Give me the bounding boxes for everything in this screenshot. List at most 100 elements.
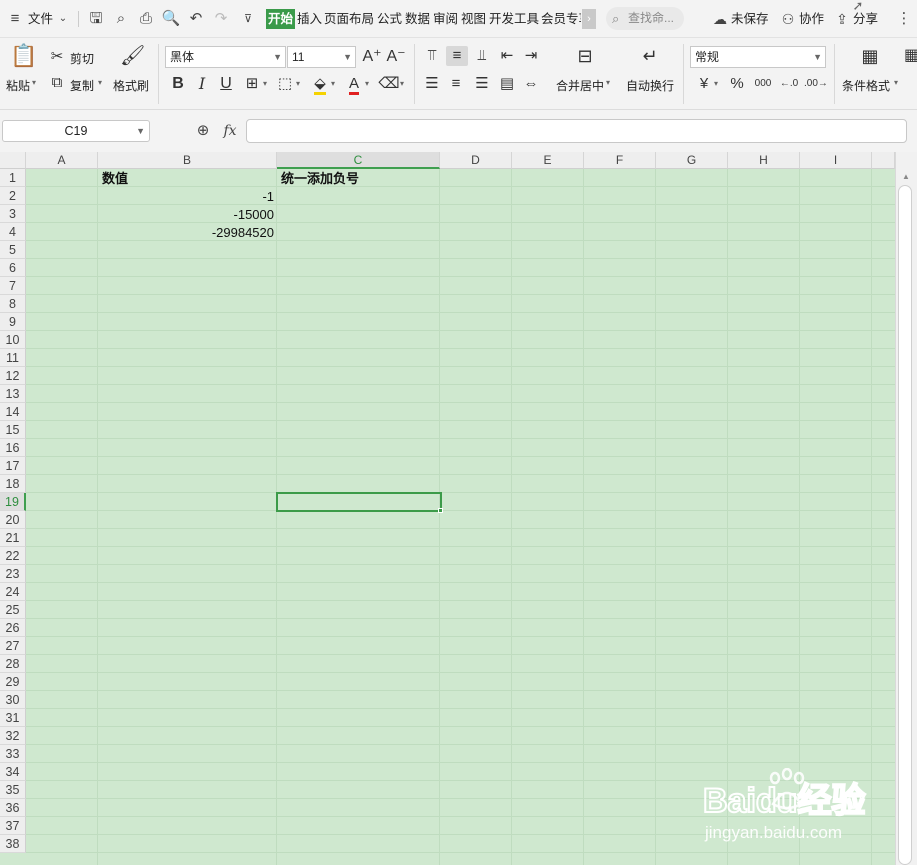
borders-icon[interactable]: ⊞ <box>242 74 262 94</box>
row-header-32[interactable]: 32 <box>0 727 26 745</box>
row-header-28[interactable]: 28 <box>0 655 26 673</box>
cell-C1[interactable]: 统一添加负号 <box>277 170 441 188</box>
formula-input[interactable] <box>246 119 907 143</box>
font-color-dropdown-icon[interactable]: ▾ <box>365 79 369 88</box>
percent-button[interactable]: % <box>728 74 746 94</box>
row-header-18[interactable]: 18 <box>0 475 26 493</box>
format-painter-quick-icon[interactable]: ⌕ <box>111 9 131 29</box>
copy-button[interactable]: 复制 <box>70 77 94 94</box>
row-header-26[interactable]: 26 <box>0 619 26 637</box>
column-header-g[interactable]: G <box>656 152 728 169</box>
distribute-icon[interactable]: ⇔ <box>521 74 541 94</box>
row-header-13[interactable]: 13 <box>0 385 26 403</box>
row-header-20[interactable]: 20 <box>0 511 26 529</box>
row-header-4[interactable]: 4 <box>0 223 26 241</box>
hamburger-icon[interactable]: ≡ <box>6 9 24 29</box>
tab-insert[interactable]: 插入 <box>297 9 322 29</box>
align-top-icon[interactable]: ⫪ <box>422 46 442 66</box>
cell-B3[interactable]: -15000 <box>98 206 278 224</box>
cell-style-dropdown-icon[interactable]: ▾ <box>296 79 300 88</box>
wrap-text-icon[interactable]: ↵ <box>638 46 662 70</box>
fill-color-icon[interactable]: ⬙ <box>309 74 331 95</box>
row-header-27[interactable]: 27 <box>0 637 26 655</box>
align-right-icon[interactable]: ☰ <box>472 74 492 94</box>
paste-icon[interactable]: 📋 <box>10 45 37 72</box>
tab-review[interactable]: 审阅 <box>433 9 458 29</box>
column-header-c[interactable]: C <box>277 152 440 169</box>
row-header-36[interactable]: 36 <box>0 799 26 817</box>
row-header-3[interactable]: 3 <box>0 205 26 223</box>
row-header-17[interactable]: 17 <box>0 457 26 475</box>
fill-color-dropdown-icon[interactable]: ▾ <box>331 79 335 88</box>
print-preview-icon[interactable]: 🔍 <box>161 9 181 29</box>
cut-button[interactable]: 剪切 <box>70 50 94 67</box>
row-header-31[interactable]: 31 <box>0 709 26 727</box>
active-cell-selection[interactable] <box>276 492 442 512</box>
collaborate-button[interactable]: 协作 <box>799 9 824 29</box>
cell-style-icon[interactable]: ⬚ <box>275 74 295 94</box>
borders-dropdown-icon[interactable]: ▾ <box>263 79 267 88</box>
format-painter-icon[interactable]: 🖌 <box>120 46 145 72</box>
paste-dropdown-icon[interactable]: ▾ <box>32 78 36 87</box>
bold-button[interactable]: B <box>168 74 188 94</box>
font-color-icon[interactable]: A <box>344 74 364 95</box>
print-icon[interactable]: ⎙ <box>136 9 156 29</box>
copy-icon[interactable]: ⧉ <box>48 73 66 93</box>
name-box[interactable]: C19 ▼ <box>2 120 150 142</box>
italic-button[interactable]: I <box>192 74 212 94</box>
scissors-icon[interactable]: ✂ <box>48 47 66 67</box>
row-header-11[interactable]: 11 <box>0 349 26 367</box>
justify-icon[interactable]: ▤ <box>497 74 517 94</box>
eraser-icon[interactable]: ⌫ <box>378 74 400 94</box>
underline-button[interactable]: U <box>216 74 236 94</box>
select-all-corner[interactable] <box>0 152 26 169</box>
cell-B2[interactable]: -1 <box>98 188 278 206</box>
conditional-format-button[interactable]: 条件格式 <box>842 77 890 94</box>
tab-formulas[interactable]: 公式 <box>377 9 402 29</box>
tab-data[interactable]: 数据 <box>405 9 430 29</box>
tab-member[interactable]: 会员专享 <box>541 9 581 29</box>
row-header-6[interactable]: 6 <box>0 259 26 277</box>
tab-page-layout[interactable]: 页面布局 <box>324 9 374 29</box>
row-header-16[interactable]: 16 <box>0 439 26 457</box>
row-header-1[interactable]: 1 <box>0 169 26 187</box>
customize-quick-access-icon[interactable]: ⊽ <box>238 9 258 29</box>
align-center-icon[interactable]: ≡ <box>446 74 466 94</box>
vertical-scrollbar[interactable]: ▲ <box>895 152 917 865</box>
conditional-format-icon[interactable]: ▦ <box>858 46 882 70</box>
tab-home[interactable]: 开始 <box>266 9 296 29</box>
row-header-9[interactable]: 9 <box>0 313 26 331</box>
row-header-7[interactable]: 7 <box>0 277 26 295</box>
chevron-down-icon[interactable]: ⌄ <box>56 9 70 29</box>
column-header-partial[interactable] <box>872 152 895 169</box>
row-header-30[interactable]: 30 <box>0 691 26 709</box>
row-header-8[interactable]: 8 <box>0 295 26 313</box>
conditional-format-dropdown-icon[interactable]: ▾ <box>894 78 898 87</box>
align-bottom-icon[interactable]: ⫫ <box>472 46 492 66</box>
row-header-12[interactable]: 12 <box>0 367 26 385</box>
cell-styles-icon[interactable]: ▦ <box>904 46 917 70</box>
row-header-15[interactable]: 15 <box>0 421 26 439</box>
column-header-f[interactable]: F <box>584 152 656 169</box>
redo-icon[interactable]: ↷ <box>211 9 231 29</box>
tab-view[interactable]: 视图 <box>461 9 486 29</box>
column-header-e[interactable]: E <box>512 152 584 169</box>
wrap-text-button[interactable]: 自动换行 <box>626 77 674 94</box>
decrease-decimal-icon[interactable]: .00→ <box>804 74 828 94</box>
font-name-select[interactable]: 黑体 ▼ <box>165 46 286 68</box>
insert-function-button[interactable]: fx <box>219 121 241 141</box>
row-header-14[interactable]: 14 <box>0 403 26 421</box>
merge-center-icon[interactable]: ⊟ <box>573 46 597 70</box>
column-header-a[interactable]: A <box>26 152 98 169</box>
column-header-d[interactable]: D <box>440 152 512 169</box>
copy-dropdown-icon[interactable]: ▾ <box>98 78 102 87</box>
row-header-24[interactable]: 24 <box>0 583 26 601</box>
tabs-scroll-right-icon[interactable]: › <box>582 9 596 29</box>
scrollbar-thumb[interactable] <box>898 185 912 865</box>
row-header-38[interactable]: 38 <box>0 835 26 853</box>
increase-indent-icon[interactable]: ⇥ <box>521 46 541 66</box>
row-header-25[interactable]: 25 <box>0 601 26 619</box>
row-header-37[interactable]: 37 <box>0 817 26 835</box>
row-header-5[interactable]: 5 <box>0 241 26 259</box>
paste-button[interactable]: 粘贴 <box>6 77 30 94</box>
